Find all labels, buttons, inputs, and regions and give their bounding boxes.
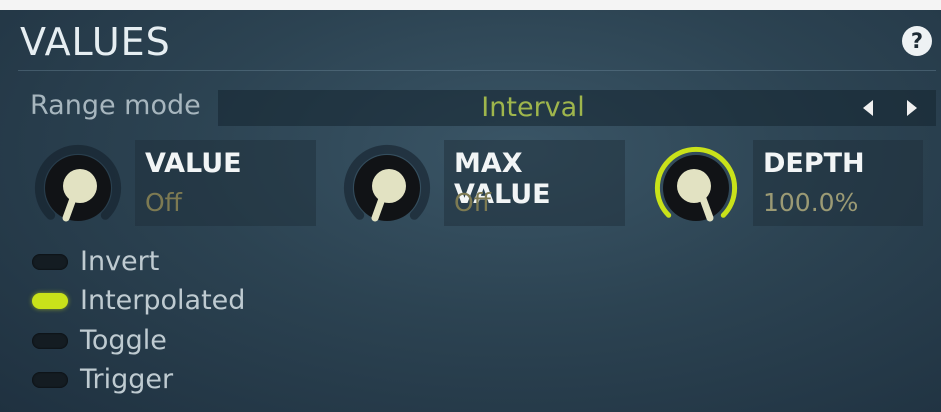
toggle-switch[interactable] xyxy=(32,333,68,349)
trigger-label: Trigger xyxy=(80,364,174,395)
triangle-right-icon[interactable] xyxy=(907,100,917,116)
max-value-knob-block: MAX VALUE Off xyxy=(339,138,625,228)
interpolated-label: Interpolated xyxy=(80,285,246,316)
depth-knob[interactable] xyxy=(648,138,744,234)
range-mode-selector[interactable]: Interval xyxy=(218,90,936,126)
toggle-label: Toggle xyxy=(80,325,167,356)
toggle-interpolated[interactable]: Interpolated xyxy=(32,285,252,316)
toggle-toggle[interactable]: Toggle xyxy=(32,325,232,356)
trigger-switch[interactable] xyxy=(32,372,68,388)
title-divider xyxy=(18,70,936,71)
depth-knob-block: DEPTH 100.0% xyxy=(648,138,936,228)
max-value-knob[interactable] xyxy=(339,138,435,234)
interpolated-switch[interactable] xyxy=(32,293,68,309)
toggle-invert[interactable]: Invert xyxy=(32,246,232,277)
value-knob-readout: Off xyxy=(145,188,182,217)
values-panel: VALUES ? Range mode Interval VALUE Off M… xyxy=(0,10,941,412)
depth-knob-readout: 100.0% xyxy=(763,188,859,217)
triangle-left-icon[interactable] xyxy=(863,100,873,116)
value-knob[interactable] xyxy=(30,138,126,234)
toggle-trigger[interactable]: Trigger xyxy=(32,364,232,395)
max-value-knob-readout: Off xyxy=(454,188,491,217)
help-icon[interactable]: ? xyxy=(902,26,932,56)
range-mode-value[interactable]: Interval xyxy=(218,90,848,126)
value-knob-title: VALUE xyxy=(145,148,242,179)
invert-switch[interactable] xyxy=(32,254,68,270)
max-value-knob-cap xyxy=(372,169,406,203)
section-title: VALUES xyxy=(20,20,171,64)
value-knob-cap xyxy=(63,169,97,203)
range-mode-label: Range mode xyxy=(30,90,201,121)
depth-knob-title: DEPTH xyxy=(763,148,865,179)
value-knob-block: VALUE Off xyxy=(30,138,316,228)
invert-label: Invert xyxy=(80,246,160,277)
